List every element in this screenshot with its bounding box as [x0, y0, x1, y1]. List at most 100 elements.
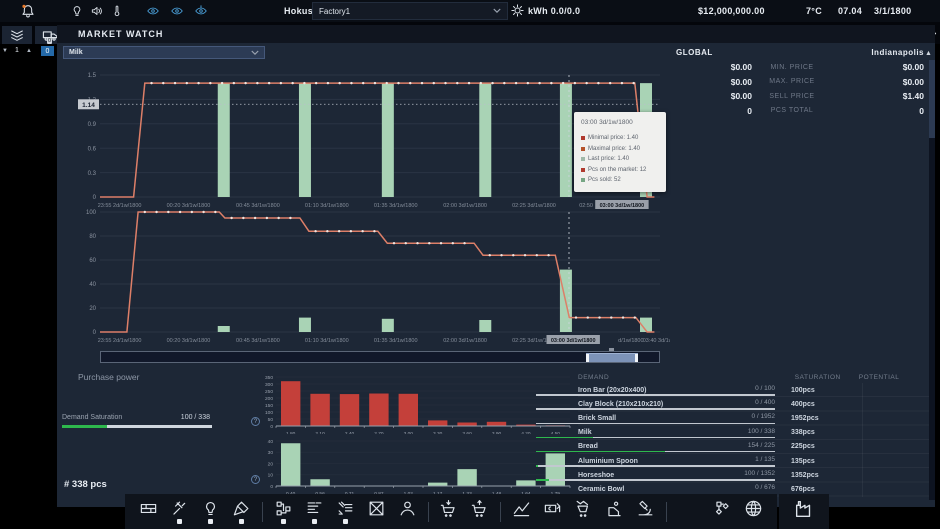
svg-text:3.60: 3.60 — [462, 431, 472, 434]
keybind-badge — [177, 519, 182, 524]
price-stats-table: $0.00MIN. PRICE$0.00$0.00MAX. PRICE$0.00… — [660, 60, 924, 118]
keybind-badge — [208, 519, 213, 524]
sound-speaker-icon[interactable] — [90, 4, 104, 18]
demand-saturation-cell: 100 / 1352 — [726, 468, 775, 482]
potential-value: 676pcs — [775, 486, 861, 493]
finances-button[interactable] — [537, 495, 568, 528]
demand-row[interactable]: Bread154 / 225225pcs — [578, 440, 930, 454]
lightbulb-toggle-icon[interactable] — [70, 4, 84, 18]
time-range-scrollbar[interactable] — [100, 351, 660, 363]
research-button[interactable] — [630, 495, 661, 528]
thermometer-icon[interactable] — [110, 4, 124, 18]
svg-text:20: 20 — [268, 461, 274, 467]
contracts-button[interactable] — [599, 495, 630, 528]
badge-spacer — [519, 519, 524, 524]
layer-controls: ▼ 1 ▲ — [2, 46, 32, 55]
market-cart-button[interactable] — [568, 495, 599, 528]
svg-text:100: 100 — [265, 410, 273, 416]
svg-text:00:45 3d/1w/1800: 00:45 3d/1w/1800 — [236, 338, 280, 344]
svg-text:100: 100 — [86, 210, 97, 216]
tooltip-bullet — [581, 136, 585, 140]
svg-text:0.3: 0.3 — [88, 171, 97, 177]
demand-saturation-cell: 1 / 135 — [726, 454, 775, 468]
panel-scrollbar[interactable] — [929, 60, 935, 500]
stat-row: $0.00SELL PRICE$1.40 — [660, 89, 924, 104]
construction-queue-button[interactable] — [330, 495, 361, 528]
product-selector-value: Milk — [69, 49, 83, 56]
tools-button[interactable] — [164, 495, 195, 528]
factory-tile[interactable] — [779, 494, 829, 529]
panel-scrollbar-handle[interactable] — [929, 60, 935, 138]
purchase-cart-button[interactable] — [433, 495, 464, 528]
saturation-fill — [536, 451, 665, 453]
market-watch-header — [57, 25, 935, 43]
stat-global-value: 0 — [660, 106, 752, 116]
player-name: Hokus — [284, 6, 313, 16]
build-wall-button[interactable] — [133, 495, 164, 528]
stats-city-header: Indianapolis — [660, 48, 924, 57]
market-cart-icon — [574, 499, 593, 518]
layer-down-button[interactable]: ▼ — [2, 48, 8, 54]
world-map-button[interactable] — [738, 495, 769, 528]
stat-row: $0.00MAX. PRICE$0.00 — [660, 75, 924, 90]
keybind-badge — [312, 519, 317, 524]
purchase-power-low-chart[interactable]: 4030201000.400.560.710.871.021.171.331.4… — [246, 436, 578, 494]
bottom-toolbar — [125, 494, 777, 529]
svg-text:4.20: 4.20 — [521, 431, 531, 434]
notifications-bell-icon[interactable] — [20, 3, 36, 19]
scroll-up-arrow[interactable]: ▲ — [925, 50, 932, 57]
layers-tool-tile[interactable] — [2, 26, 32, 44]
svg-text:3.00: 3.00 — [404, 431, 414, 434]
settings-gear-icon[interactable] — [510, 3, 525, 18]
task-list-icon — [305, 499, 324, 518]
crate-button[interactable] — [361, 495, 392, 528]
sell-cart-button[interactable] — [464, 495, 495, 528]
saturation-track — [536, 394, 775, 396]
svg-text:0: 0 — [270, 424, 273, 430]
factory-button[interactable] — [789, 495, 820, 528]
demand-row[interactable]: Brick Small0 / 19521952pcs — [578, 411, 930, 425]
time-range-handle[interactable] — [586, 353, 638, 362]
eye-toggle-icon[interactable] — [170, 5, 184, 17]
demand-row[interactable]: Aluminium Spoon1 / 135135pcs — [578, 454, 930, 468]
svg-text:40: 40 — [89, 282, 96, 288]
logistics-network-button[interactable] — [707, 495, 738, 528]
task-list-button[interactable] — [299, 495, 330, 528]
staff-button[interactable] — [392, 495, 423, 528]
lightbulb-button[interactable] — [195, 495, 226, 528]
production-chain-button[interactable] — [268, 495, 299, 528]
stat-label: PCS TOTAL — [752, 107, 832, 114]
tooltip-text: Minimal price: 1.40 — [588, 133, 638, 144]
demand-row[interactable]: Horseshoe100 / 13521352pcs — [578, 468, 930, 482]
demand-row[interactable]: Milk100 / 338338pcs — [578, 426, 930, 440]
potential-value: 338pcs — [775, 429, 861, 436]
truck-queue-chip[interactable]: 0 — [41, 46, 54, 56]
potential-value: 400pcs — [775, 401, 861, 408]
product-selector[interactable]: Milk — [63, 46, 265, 59]
svg-text:80: 80 — [89, 234, 96, 240]
demand-row[interactable]: Clay Block (210x210x210)0 / 400400pcs — [578, 397, 930, 411]
eye-toggle-icon[interactable] — [194, 5, 208, 17]
keybind-badge — [343, 519, 348, 524]
help-icon[interactable]: ? — [251, 475, 260, 484]
handle-right-cap[interactable] — [635, 354, 638, 362]
eye-toggle-icon[interactable] — [146, 5, 160, 17]
svg-text:d/1w/1800: d/1w/1800 — [618, 338, 643, 344]
purchase-power-price-chart[interactable]: 3503002502001501005001.802.102.402.703.0… — [246, 372, 578, 434]
factory-selector[interactable]: Factory1 — [312, 2, 508, 20]
saturation-fill — [536, 437, 593, 439]
factory-icon — [793, 498, 815, 520]
money-readout: $12,000,000.00 — [698, 6, 765, 16]
demand-row[interactable]: Iron Bar (20x20x400)0 / 100100pcs — [578, 383, 930, 397]
handle-left-cap[interactable] — [586, 354, 589, 362]
help-icon[interactable]: ? — [251, 417, 260, 426]
demand-header: DEMAND — [578, 374, 676, 381]
paint-brush-button[interactable] — [226, 495, 257, 528]
svg-text:03:00 3d/1w/1800: 03:00 3d/1w/1800 — [551, 338, 596, 344]
layer-up-button[interactable]: ▲ — [26, 48, 32, 54]
market-history-chart[interactable]: 10080604020023:55 2d/1w/180000:20 3d/1w/… — [78, 206, 670, 350]
sell-cart-icon — [470, 499, 489, 518]
demand-item-name: Ceramic Bowl — [578, 486, 726, 493]
badge-spacer — [643, 519, 648, 524]
price-chart-button[interactable] — [506, 495, 537, 528]
